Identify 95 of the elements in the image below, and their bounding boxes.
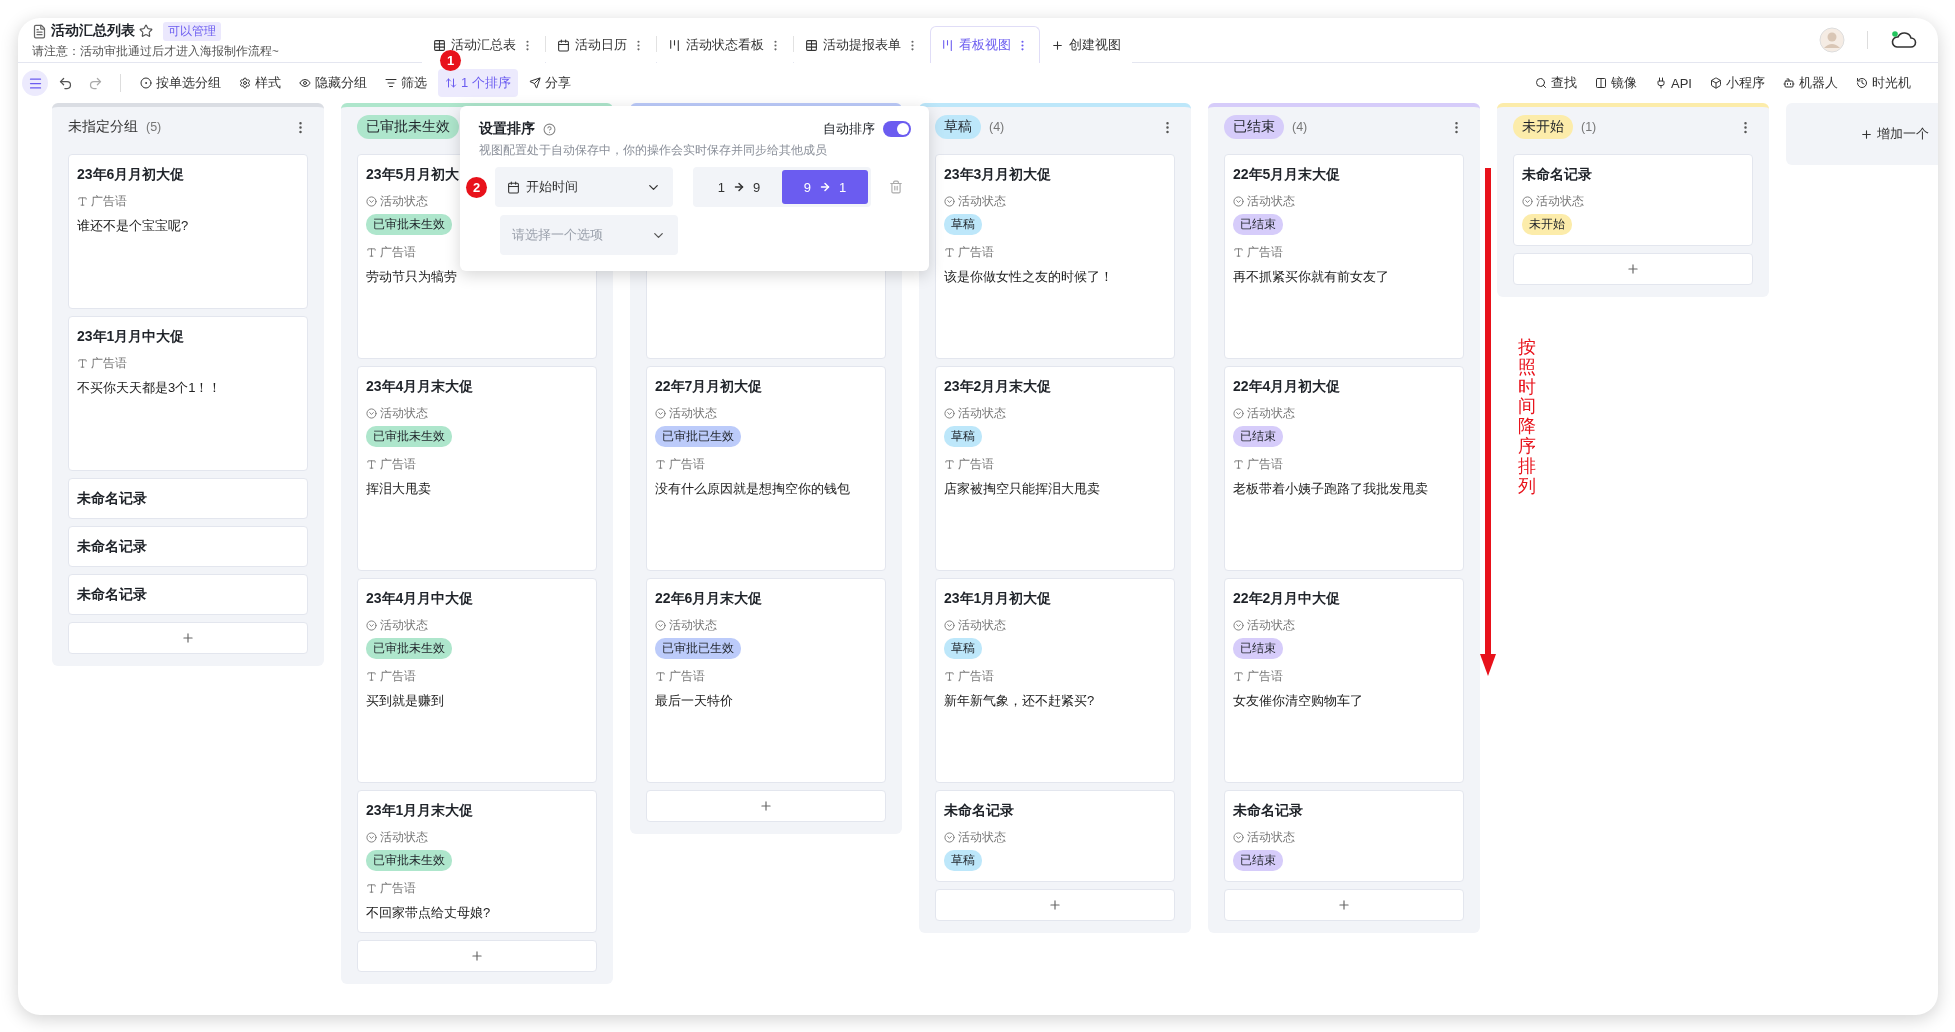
slogan-text: 该是你做女性之友的时候了！ <box>944 268 1113 286</box>
status-tag: 已审批未生效 <box>366 638 452 659</box>
card-title: 23年4月月中大促 <box>366 590 474 608</box>
field-label: 活动状态 <box>1233 617 1295 634</box>
field-label: 活动状态 <box>944 193 1006 210</box>
field-label: 广告语 <box>77 355 127 372</box>
card-title: 22年4月月初大促 <box>1233 378 1341 396</box>
field-label: 活动状态 <box>944 829 1006 846</box>
slogan-text: 最后一天特价 <box>655 692 733 710</box>
record-count: (4) <box>989 120 1005 134</box>
field-label: 活动状态 <box>366 617 428 634</box>
group-tag: 草稿 <box>935 115 981 139</box>
status-tag: 已结束 <box>1233 214 1283 235</box>
slogan-text: 不回家带点给丈母娘? <box>366 904 491 922</box>
field-label: 广告语 <box>655 668 705 685</box>
status-tag: 已结束 <box>1233 426 1283 447</box>
slogan-text: 挥泪大甩卖 <box>366 480 431 498</box>
slogan-text: 谁还不是个宝宝呢? <box>77 217 189 235</box>
card-title: 23年1月月末大促 <box>366 802 474 820</box>
record-count: (5) <box>146 120 162 134</box>
field-label: 活动状态 <box>366 405 428 422</box>
field-label: 活动状态 <box>655 617 717 634</box>
field-label: 广告语 <box>1233 456 1283 473</box>
card-title: 22年5月月末大促 <box>1233 166 1341 184</box>
field-label: 广告语 <box>944 244 994 261</box>
field-label: 活动状态 <box>1233 193 1295 210</box>
group-title: 未指定分组 <box>68 118 138 136</box>
status-tag: 已结束 <box>1233 638 1283 659</box>
card-title: 23年1月月初大促 <box>944 590 1052 608</box>
card-title: 23年6月月初大促 <box>77 166 185 184</box>
card-title: 23年4月月末大促 <box>366 378 474 396</box>
field-label: 广告语 <box>1233 668 1283 685</box>
status-tag: 草稿 <box>944 214 982 235</box>
status-tag: 已结束 <box>1233 850 1283 871</box>
field-label: 广告语 <box>366 244 416 261</box>
field-label: 广告语 <box>944 668 994 685</box>
slogan-text: 买到就是赚到 <box>366 692 444 710</box>
slogan-text: 劳动节只为犒劳 <box>366 268 457 286</box>
field-label: 广告语 <box>944 456 994 473</box>
card-title: 23年2月月末大促 <box>944 378 1052 396</box>
field-label: 活动状态 <box>366 193 428 210</box>
popup-description: 视图配置处于自动保存中，你的操作会实时保存并同步给其他成员 <box>479 143 828 158</box>
popup-title: 设置排序 <box>479 120 535 138</box>
slogan-text: 不买你天天都是3个1！！ <box>77 379 222 397</box>
card-title: 22年6月月末大促 <box>655 590 763 608</box>
status-tag: 草稿 <box>944 850 982 871</box>
status-tag: 未开始 <box>1522 214 1572 235</box>
slogan-text: 老板带着小姨子跑路了我批发甩卖 <box>1233 480 1428 498</box>
record-count: (1) <box>1581 120 1597 134</box>
group-tag: 已结束 <box>1224 115 1284 139</box>
field-label: 广告语 <box>366 880 416 897</box>
field-label: 广告语 <box>366 668 416 685</box>
card-title: 未命名记录 <box>1522 166 1592 184</box>
card-title: 未命名记录 <box>1233 802 1303 820</box>
slogan-text: 没有什么原因就是想掏空你的钱包 <box>655 480 850 498</box>
card-title: 未命名记录 <box>944 802 1014 820</box>
card-title: 23年1月月中大促 <box>77 328 185 346</box>
status-tag: 已审批已生效 <box>655 638 741 659</box>
slogan-text: 店家被掏空只能挥泪大甩卖 <box>944 480 1100 498</box>
status-tag: 已审批未生效 <box>366 850 452 871</box>
field-label: 活动状态 <box>1233 405 1295 422</box>
card-title: 未命名记录 <box>77 538 147 556</box>
card-title: 23年5月月初大 <box>366 166 460 184</box>
record-count: (4) <box>1292 120 1308 134</box>
card-title: 23年3月月初大促 <box>944 166 1052 184</box>
field-label: 广告语 <box>1233 244 1283 261</box>
slogan-text: 女友催你清空购物车了 <box>1233 692 1363 710</box>
card-title: 未命名记录 <box>77 586 147 604</box>
status-tag: 草稿 <box>944 638 982 659</box>
status-tag: 已审批已生效 <box>655 426 741 447</box>
status-tag: 已审批未生效 <box>366 214 452 235</box>
field-label: 广告语 <box>77 193 127 210</box>
group-tag: 已审批未生效 <box>357 115 459 139</box>
field-label: 广告语 <box>366 456 416 473</box>
slogan-text: 再不抓紧买你就有前女友了 <box>1233 268 1389 286</box>
status-tag: 已审批未生效 <box>366 426 452 447</box>
table-title: 活动汇总列表 <box>51 22 135 40</box>
field-label: 广告语 <box>655 456 705 473</box>
field-label: 活动状态 <box>1522 193 1584 210</box>
field-label: 活动状态 <box>1233 829 1295 846</box>
step-marker: 2 <box>466 176 487 198</box>
field-label: 活动状态 <box>944 617 1006 634</box>
annotation-text: 按照时间降序排列 <box>1518 338 1536 497</box>
group-tag: 未开始 <box>1513 115 1573 139</box>
notice-text: 请注意：活动审批通过后才进入海报制作流程~ <box>32 43 280 59</box>
card-title: 22年2月月中大促 <box>1233 590 1341 608</box>
auto-sort-label: 自动排序 <box>823 120 875 138</box>
status-tag: 草稿 <box>944 426 982 447</box>
field-label: 活动状态 <box>366 829 428 846</box>
slogan-text: 新年新气象，还不赶紧买? <box>944 692 1095 710</box>
permission-tag: 可以管理 <box>163 21 221 41</box>
field-label: 活动状态 <box>944 405 1006 422</box>
card-title: 22年7月月初大促 <box>655 378 763 396</box>
field-label: 活动状态 <box>655 405 717 422</box>
card-title: 未命名记录 <box>77 490 147 508</box>
